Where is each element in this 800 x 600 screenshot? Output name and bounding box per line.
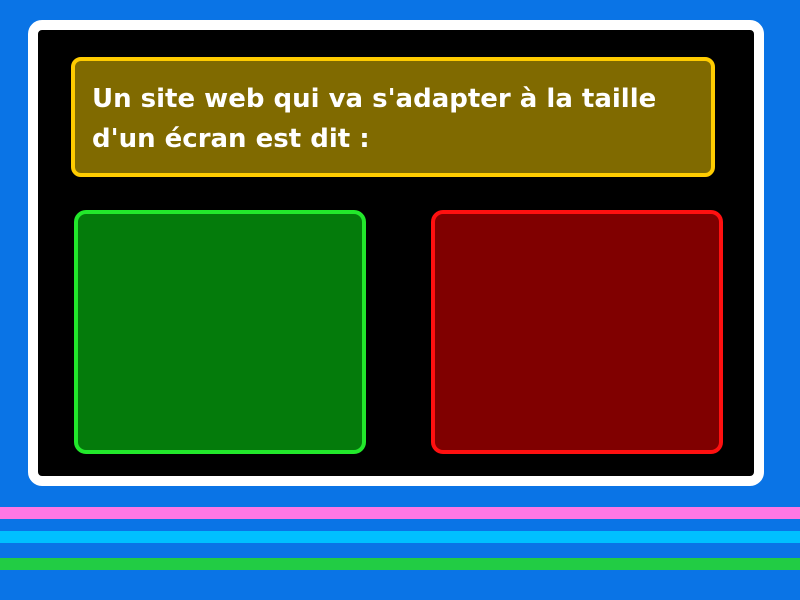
- decorative-stripe-pink: [0, 507, 800, 519]
- answer-option-1[interactable]: [74, 210, 366, 454]
- decorative-stripe-green: [0, 558, 800, 570]
- question-text: Un site web qui va s'adapter à la taille…: [92, 84, 657, 154]
- answer-option-2[interactable]: [431, 210, 723, 454]
- question-box: Un site web qui va s'adapter à la taille…: [71, 57, 715, 177]
- game-screen: { "question": { "text": "Un site web qui…: [0, 0, 800, 600]
- decorative-stripe-cyan: [0, 531, 800, 543]
